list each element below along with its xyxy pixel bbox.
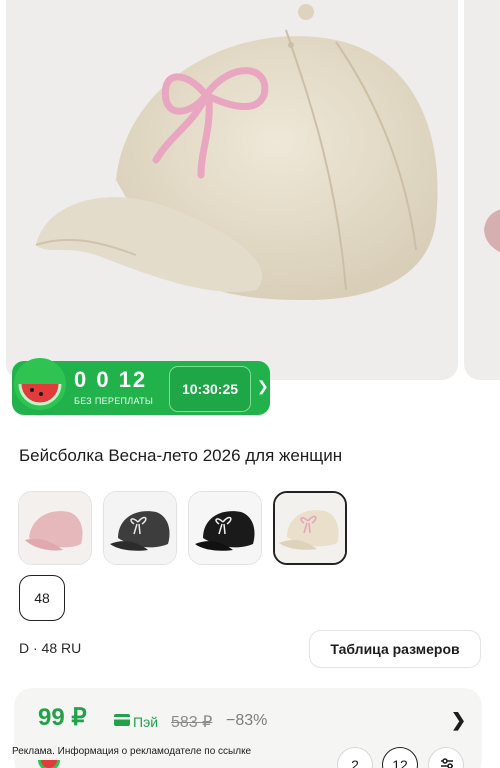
promo-banner[interactable]: 0 0 12 БЕЗ ПЕРЕПЛАТЫ 10:30:25 ❯ bbox=[12, 358, 270, 415]
watermelon-logo-icon bbox=[14, 358, 66, 410]
size-table-button[interactable]: Таблица размеров bbox=[309, 630, 481, 668]
current-price: 99 ₽ bbox=[38, 704, 87, 731]
promo-subtitle: БЕЗ ПЕРЕПЛАТЫ bbox=[74, 396, 154, 406]
ad-disclaimer[interactable]: Реклама. Информация о рекламодателе по с… bbox=[12, 746, 251, 757]
filter-icon bbox=[441, 758, 453, 768]
cap-pink-thumbnail bbox=[19, 492, 91, 564]
variant-black[interactable] bbox=[188, 491, 262, 565]
cap-black-thumbnail bbox=[189, 492, 261, 564]
product-title: Бейсболка Весна-лето 2026 для женщин bbox=[19, 446, 343, 465]
old-price: 583 ₽ bbox=[171, 714, 213, 731]
selected-size-label: D · 48 RU bbox=[19, 640, 82, 656]
discount-badge: −83% bbox=[226, 712, 268, 729]
product-photo-main[interactable] bbox=[6, 0, 458, 380]
watermelon-small-icon bbox=[38, 760, 60, 768]
product-gallery[interactable] bbox=[0, 0, 500, 380]
cap-illustration bbox=[35, 4, 438, 300]
promo-counter: 0 0 12 bbox=[74, 367, 148, 392]
product-photo-next[interactable] bbox=[464, 0, 500, 380]
color-variants bbox=[18, 491, 347, 565]
size-chip-48[interactable]: 48 bbox=[19, 575, 65, 621]
filter-button[interactable] bbox=[428, 747, 464, 768]
cap-darkgray-thumbnail bbox=[104, 492, 176, 564]
pay-label: Пэй bbox=[133, 714, 159, 730]
promo-timer: 10:30:25 bbox=[169, 366, 251, 412]
variant-dark-gray[interactable] bbox=[103, 491, 177, 565]
chevron-right-icon[interactable]: ❯ bbox=[451, 710, 466, 731]
chevron-right-icon[interactable]: ❯ bbox=[257, 378, 269, 395]
cap-next-illustration bbox=[484, 209, 500, 253]
cap-beige-thumbnail bbox=[275, 493, 345, 563]
card-pay-icon bbox=[114, 714, 130, 726]
variant-beige[interactable] bbox=[273, 491, 347, 565]
variant-pink[interactable] bbox=[18, 491, 92, 565]
